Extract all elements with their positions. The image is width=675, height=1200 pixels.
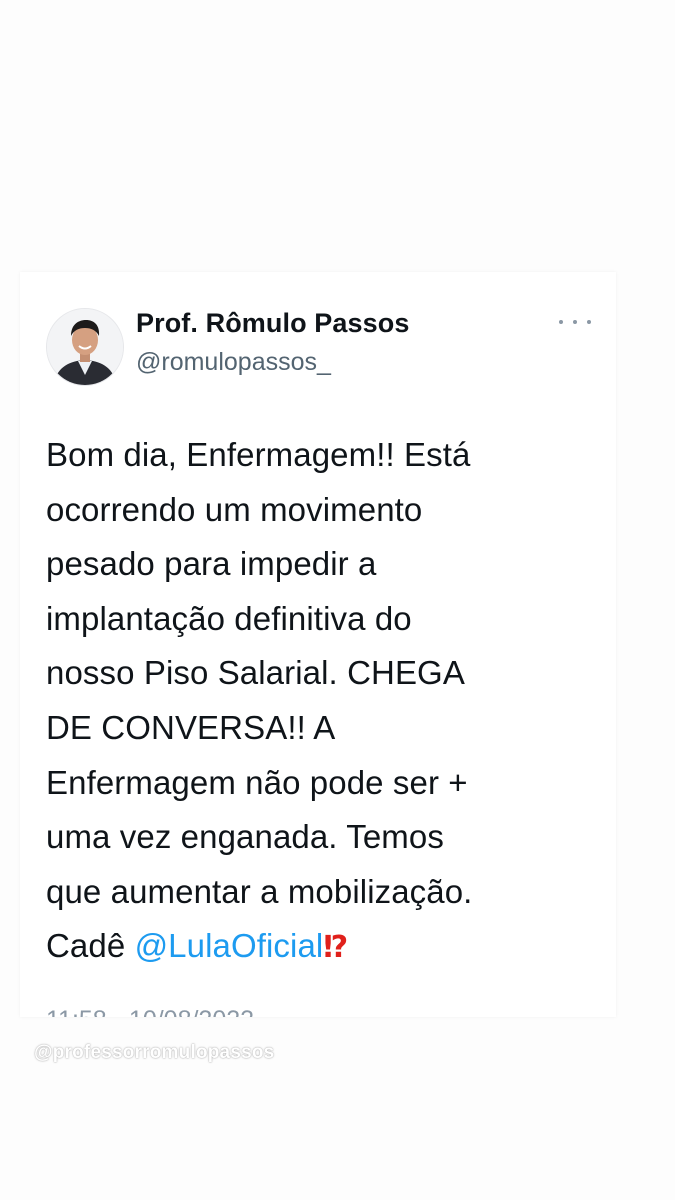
- avatar[interactable]: [46, 308, 124, 386]
- instagram-story-screen: Prof. Rômulo Passos @romulopassos_ Bom d…: [0, 0, 675, 1200]
- dot: [573, 320, 577, 324]
- dot: [559, 320, 563, 324]
- watermark-username: @professorromulopassos: [34, 1042, 275, 1063]
- tweet-text: Bom dia, Enfermagem!! Está ocorrendo um …: [46, 428, 606, 976]
- tweet-text-line: pesado para impedir a: [46, 545, 377, 583]
- mention-link[interactable]: @LulaOficial: [135, 927, 324, 964]
- tweet-text-line: Enfermagem não pode ser +: [46, 763, 468, 801]
- tweet-text-line: DE CONVERSA!! A: [46, 708, 336, 746]
- exclamation-question-icon: ⁉: [323, 930, 349, 966]
- avatar-portrait-icon: [47, 309, 123, 385]
- dot: [587, 320, 591, 324]
- display-name[interactable]: Prof. Rômulo Passos: [136, 308, 409, 339]
- tweet-text-line-prefix: Cadê: [46, 927, 135, 965]
- user-handle[interactable]: @romulopassos_: [136, 348, 331, 377]
- tweet-text-line: uma vez enganada. Temos: [46, 818, 444, 856]
- tweet-text-line: nosso Piso Salarial. CHEGA: [46, 654, 465, 692]
- tweet-timestamp[interactable]: 11:58 · 10/08/2022: [46, 1006, 254, 1017]
- tweet-card: Prof. Rômulo Passos @romulopassos_ Bom d…: [20, 272, 616, 1017]
- more-horizontal-icon[interactable]: [559, 312, 591, 332]
- tweet-text-line: Bom dia, Enfermagem!! Está: [46, 436, 471, 473]
- tweet-text-line: ocorrendo um movimento: [46, 490, 423, 528]
- tweet-text-line: que aumentar a mobilização.: [46, 872, 473, 910]
- tweet-text-line: implantação definitiva do: [46, 599, 412, 637]
